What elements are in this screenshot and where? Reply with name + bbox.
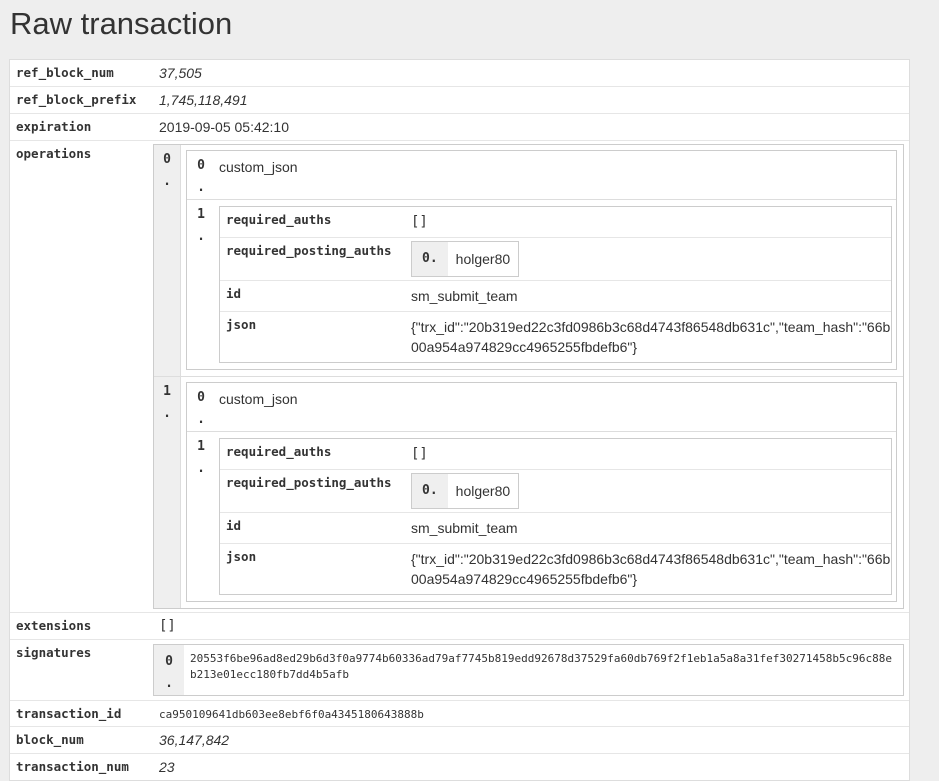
array-index: 0 .	[154, 145, 180, 376]
op-value: []	[411, 214, 428, 230]
op-key: json	[226, 317, 257, 332]
field-row-signatures: signatures 0 . 20553f6be96ad8ed29b6d3f0a…	[10, 640, 909, 701]
op-value: 0. holger80	[405, 470, 891, 512]
op-value: sm_submit_team	[411, 520, 518, 536]
field-key: signatures	[16, 645, 92, 660]
array-index: 0.	[412, 242, 448, 276]
posting-auth-account: holger80	[455, 251, 511, 267]
field-value: 2019-09-05 05:42:10	[159, 119, 289, 135]
field-row-transaction-num: transaction_num 23	[10, 754, 909, 780]
field-row-ref-block-num: ref_block_num 37,505	[10, 60, 909, 87]
operations-container: 0 . 0 . custom_json 1 . required_auths […	[153, 141, 909, 612]
operation-type: custom_json	[219, 159, 298, 175]
field-value: 1,745,118,491	[159, 92, 248, 108]
operation-data: required_auths [] required_posting_auths	[215, 432, 896, 601]
op-key: required_posting_auths	[226, 243, 392, 258]
op-key: required_auths	[226, 212, 332, 227]
op-row-json: json {"trx_id":"20b319ed22c3fd0986b3c68d…	[220, 544, 891, 594]
field-row-operations: operations 0 . 0 . custom_json 1 . requi…	[10, 141, 909, 613]
op-row-json: json {"trx_id":"20b319ed22c3fd0986b3c68d…	[220, 312, 891, 362]
tuple-item: 0 . custom_json	[187, 151, 896, 199]
op-row-required-auths: required_auths []	[220, 439, 891, 470]
op-value: 0. holger80	[405, 238, 891, 280]
signature-value: 20553f6be96ad8ed29b6d3f0a9774b60336ad79a…	[190, 652, 892, 681]
op-key: id	[226, 286, 242, 301]
op-row-required-posting-auths: required_posting_auths 0. holger80	[220, 470, 891, 513]
array-index: 1 .	[187, 432, 215, 601]
field-key: expiration	[16, 119, 92, 134]
op-key: required_auths	[226, 444, 332, 459]
operation-tuple: 0 . custom_json 1 . required_auths [] re…	[186, 150, 897, 370]
posting-auth-chip: 0. holger80	[411, 241, 520, 277]
operation-tuple: 0 . custom_json 1 . required_auths [] re…	[186, 382, 897, 602]
posting-auth-account: holger80	[455, 483, 511, 499]
op-value: sm_submit_team	[411, 288, 518, 304]
field-row-ref-block-prefix: ref_block_prefix 1,745,118,491	[10, 87, 909, 114]
field-key: extensions	[16, 618, 92, 633]
array-index: 0.	[412, 474, 448, 508]
operation-body: 0 . custom_json 1 . required_auths [] re…	[180, 377, 903, 608]
page-title: Raw transaction	[10, 6, 233, 41]
operation-item: 0 . 0 . custom_json 1 . required_auths […	[154, 145, 903, 376]
op-key: json	[226, 549, 257, 564]
operation-data: required_auths [] required_posting_auths	[215, 200, 896, 369]
field-value: 23	[159, 759, 175, 775]
field-row-transaction-id: transaction_id ca950109641db603ee8ebf6f0…	[10, 701, 909, 727]
field-key: transaction_num	[16, 759, 129, 774]
tuple-item: 1 . required_auths [] required_posting_a…	[187, 431, 896, 601]
transaction-table: ref_block_num 37,505 ref_block_prefix 1,…	[9, 59, 910, 781]
op-row-required-posting-auths: required_posting_auths 0. holger80	[220, 238, 891, 281]
op-row-id: id sm_submit_team	[220, 513, 891, 544]
operation-type: custom_json	[219, 391, 298, 407]
field-key: ref_block_prefix	[16, 92, 137, 107]
operation-object: required_auths [] required_posting_auths	[219, 206, 892, 363]
field-row-block-num: block_num 36,147,842	[10, 727, 909, 754]
field-value: []	[159, 618, 176, 634]
op-value: {"trx_id":"20b319ed22c3fd0986b3c68d4743f…	[411, 319, 891, 355]
array-index: 0 .	[154, 645, 184, 695]
tuple-item: 0 . custom_json	[187, 383, 896, 431]
op-row-id: id sm_submit_team	[220, 281, 891, 312]
operation-object: required_auths [] required_posting_auths	[219, 438, 892, 595]
op-key: id	[226, 518, 242, 533]
op-row-required-auths: required_auths []	[220, 207, 891, 238]
operation-body: 0 . custom_json 1 . required_auths [] re…	[180, 145, 903, 376]
op-value: []	[411, 446, 428, 462]
signatures-container: 0 . 20553f6be96ad8ed29b6d3f0a9774b60336a…	[153, 640, 909, 700]
operations-array: 0 . 0 . custom_json 1 . required_auths […	[153, 144, 904, 609]
field-key: transaction_id	[16, 706, 122, 721]
field-key: operations	[16, 146, 92, 161]
tuple-item: 1 . required_auths [] required_posting_a…	[187, 199, 896, 369]
op-key: required_posting_auths	[226, 475, 392, 490]
field-value: 37,505	[159, 65, 202, 81]
array-index: 1 .	[187, 200, 215, 369]
field-row-extensions: extensions []	[10, 613, 909, 640]
array-index: 0 .	[187, 383, 215, 431]
field-row-expiration: expiration 2019-09-05 05:42:10	[10, 114, 909, 141]
signatures-array: 0 . 20553f6be96ad8ed29b6d3f0a9774b60336a…	[153, 644, 904, 696]
operation-item: 1 . 0 . custom_json 1 . required_auths […	[154, 376, 903, 608]
posting-auth-chip: 0. holger80	[411, 473, 520, 509]
field-key: ref_block_num	[16, 65, 114, 80]
array-index: 1 .	[154, 377, 180, 608]
field-key: block_num	[16, 732, 84, 747]
field-value: 36,147,842	[159, 732, 230, 748]
array-index: 0 .	[187, 151, 215, 199]
field-value: ca950109641db603ee8ebf6f0a4345180643888b	[159, 708, 424, 721]
op-value: {"trx_id":"20b319ed22c3fd0986b3c68d4743f…	[411, 551, 891, 587]
